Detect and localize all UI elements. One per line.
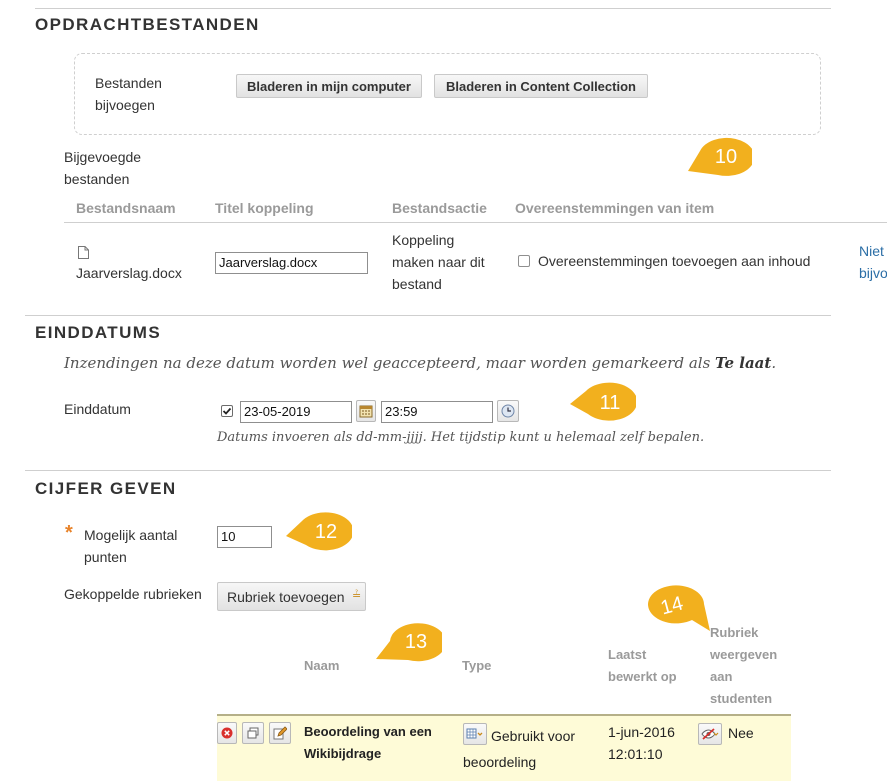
checkmark-icon [222,407,232,415]
divider-due-dates [25,315,831,316]
attached-files-label: Bijgevoegde bestanden [64,149,142,187]
due-date-checkbox[interactable] [221,405,233,417]
add-rubric-button[interactable]: Rubriek toevoegen ≟ [217,582,366,611]
callout-badge-13: 13 [376,623,442,662]
browse-content-collection-button[interactable]: Bladeren in Content Collection [434,74,648,98]
date-format-hint: Datums invoeren als dd-mm-jjjj. Het tijd… [217,430,705,445]
rubric-time: 12:01:10 [608,746,663,762]
calendar-icon [359,405,373,418]
edit-rubric-button[interactable] [269,722,291,744]
hidden-eye-icon [701,728,719,740]
svg-text:11: 11 [600,392,621,414]
section-title-grading: CIJFER GEVEN [35,479,177,498]
column-alignments: Overeenstemmingen van item [515,200,715,216]
rubric-type-text: Gebruikt voor beoordeling [463,728,576,770]
rubric-column-show-students: Rubriek weergeven aan studenten [710,625,778,706]
points-input[interactable]: 10 [217,526,272,548]
section-title-due-dates: EINDDATUMS [35,323,162,342]
rubric-column-last-edited: Laatst bewerkt op [608,647,677,684]
svg-text:12: 12 [315,521,337,543]
due-time-input[interactable]: 23:59 [381,401,493,423]
required-asterisk: * [65,522,73,544]
show-students-button[interactable] [698,723,722,745]
alignment-label: Overeenstemmingen toevoegen aan inhoud [538,253,811,269]
file-name: Jaarverslag.docx [76,265,182,281]
calendar-button[interactable] [356,400,376,422]
svg-text:10: 10 [715,146,737,168]
chevron-down-icon: ≟ [352,590,362,602]
due-date-label: Einddatum [64,401,131,417]
document-icon [78,246,89,259]
callout-badge-10: 10 [688,137,752,176]
column-file-action: Bestandsactie [392,200,487,216]
attach-files-label: Bestanden bijvoegen [95,75,162,113]
link-title-input[interactable]: Jaarverslag.docx [215,252,368,274]
due-date-intro: Inzendingen na deze datum worden wel gea… [64,354,777,372]
divider-grading [25,470,831,471]
svg-text:13: 13 [405,631,427,653]
rubric-date: 1-jun-2016 [608,724,675,740]
callout-badge-12: 12 [286,512,352,551]
clock-button[interactable] [497,400,519,422]
edit-icon [273,726,287,740]
window-icon [247,727,259,739]
truncated-link[interactable]: Niet bijvo [859,240,887,284]
linked-rubrics-label: Gekoppelde rubrieken [64,586,202,602]
remove-icon [221,727,233,739]
column-link-title: Titel koppeling [215,200,314,216]
add-rubric-label: Rubriek toevoegen [227,588,345,605]
section-title-attachments: OPDRACHTBESTANDEN [35,15,260,34]
callout-badge-11: 11 [570,382,636,421]
alignment-checkbox[interactable] [518,255,530,267]
points-label: Mogelijk aantal punten [84,527,178,565]
table-header-divider [64,222,887,223]
due-date-input[interactable]: 23-05-2019 [240,401,352,423]
file-action-text: Koppeling maken naar dit bestand [392,232,485,292]
rubric-date-block: 1-jun-2016 12:01:10 [608,721,675,765]
column-file-name: Bestandsnaam [76,200,176,216]
browse-computer-button[interactable]: Bladeren in mijn computer [236,74,422,98]
rubric-column-type: Type [462,658,492,673]
rubric-column-name: Naam [304,658,340,673]
view-rubric-button[interactable] [242,722,264,744]
show-students-value: Nee [728,725,754,741]
clock-icon [501,404,515,418]
callout-badge-14: 14 [648,585,710,631]
remove-rubric-button[interactable] [217,722,237,744]
rubric-name: Beoordeling van een Wikibijdrage [304,724,432,761]
divider-top [35,8,831,9]
